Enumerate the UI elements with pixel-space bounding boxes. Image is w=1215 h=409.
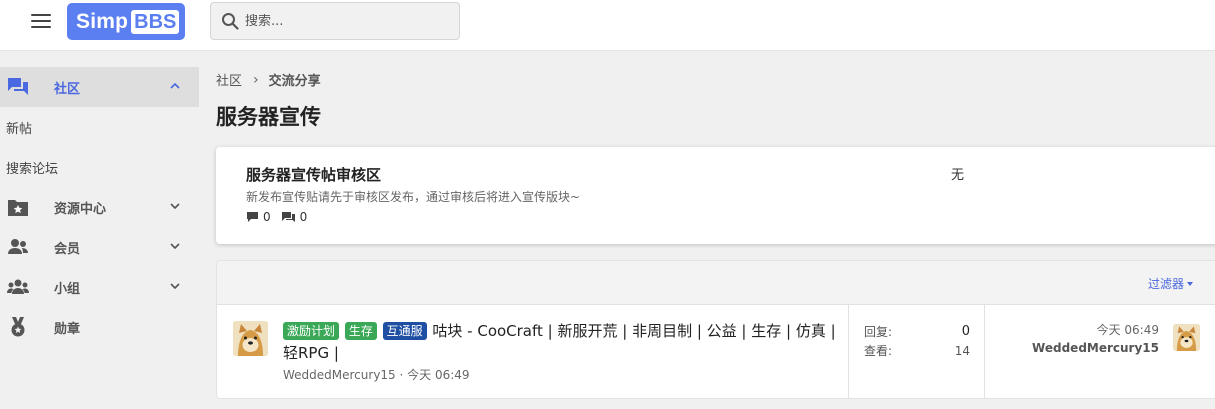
views-value: 14 bbox=[954, 343, 970, 358]
tag-crossplay[interactable]: 互通服 bbox=[382, 322, 427, 340]
thread-count-value: 0 bbox=[263, 210, 271, 224]
views-label: 查看: bbox=[864, 344, 893, 358]
sidebar-item-new-posts[interactable]: 新帖 bbox=[0, 107, 199, 147]
groups-icon bbox=[7, 279, 29, 294]
thread-count: 0 bbox=[246, 210, 271, 224]
caret-down-icon bbox=[1187, 281, 1194, 286]
post-count-value: 0 bbox=[299, 210, 308, 224]
thread-last-post: 今天 06:49 WeddedMercury15 bbox=[997, 321, 1159, 355]
logo-text-bbs: BBS bbox=[131, 9, 180, 34]
logo-text-simp: Simp bbox=[76, 9, 129, 33]
breadcrumb-current[interactable]: 交流分享 bbox=[269, 70, 321, 89]
members-icon bbox=[8, 239, 28, 254]
thread-time[interactable]: 今天 06:49 bbox=[407, 368, 469, 382]
forum-icon bbox=[8, 78, 28, 95]
avatar[interactable] bbox=[233, 321, 268, 356]
chevron-down-icon[interactable] bbox=[169, 202, 181, 210]
thread-title-block: 激励计划 生存 互通服 咕块 - CooCraft | 新服开荒 | 非周目制 … bbox=[283, 320, 843, 364]
sidebar-item-members[interactable]: 会员 bbox=[0, 227, 199, 267]
filter-button[interactable]: 过滤器 bbox=[1148, 275, 1194, 292]
site-logo[interactable]: Simp BBS bbox=[67, 3, 185, 40]
search-box[interactable] bbox=[210, 2, 460, 40]
meta-separator: · bbox=[395, 368, 408, 382]
top-bar: Simp BBS bbox=[0, 0, 1215, 51]
thread-stats: 回复: 0 查看: 14 bbox=[864, 322, 970, 360]
sidebar-item-label: 资源中心 bbox=[54, 201, 107, 217]
avatar[interactable] bbox=[1173, 324, 1200, 351]
sidebar-item-label: 勋章 bbox=[54, 321, 81, 337]
replies-label: 回复: bbox=[864, 325, 893, 339]
sidebar-item-groups[interactable]: 小组 bbox=[0, 267, 199, 307]
thread-author[interactable]: WeddedMercury15 bbox=[283, 368, 396, 382]
last-post-user[interactable]: WeddedMercury15 bbox=[997, 341, 1159, 355]
divider bbox=[848, 305, 849, 398]
doge-avatar-icon bbox=[1173, 324, 1200, 351]
chevron-up-icon[interactable] bbox=[169, 82, 181, 90]
replies-value: 0 bbox=[961, 324, 970, 339]
subforum-description: 新发布宣传贴请先于审核区发布，通过审核后将进入宣传版块~ bbox=[246, 190, 581, 204]
resources-icon bbox=[8, 200, 28, 216]
tag-incentive[interactable]: 激励计划 bbox=[283, 322, 340, 340]
last-post-time[interactable]: 今天 06:49 bbox=[997, 321, 1159, 338]
subforum-title[interactable]: 服务器宣传帖审核区 bbox=[246, 164, 381, 185]
subforum-card: 服务器宣传帖审核区 新发布宣传贴请先于审核区发布，通过审核后将进入宣传版块~ 0… bbox=[216, 147, 1215, 244]
sidebar: 社区 新帖 搜索论坛 资源中心 会员 小组 勋章 bbox=[0, 67, 199, 347]
thread-row: 激励计划 生存 互通服 咕块 - CooCraft | 新服开荒 | 非周目制 … bbox=[217, 305, 1215, 398]
menu-icon[interactable] bbox=[31, 14, 51, 30]
doge-avatar-icon bbox=[233, 321, 268, 356]
sidebar-item-community[interactable]: 社区 bbox=[0, 67, 199, 107]
page-title: 服务器宣传 bbox=[216, 105, 321, 129]
breadcrumb-root[interactable]: 社区 bbox=[216, 70, 242, 89]
subforum-stats: 0 0 bbox=[246, 210, 317, 224]
search-icon bbox=[222, 13, 239, 30]
thread-meta: WeddedMercury15 · 今天 06:49 bbox=[283, 366, 470, 383]
subforum-last-post: 无 bbox=[951, 168, 965, 183]
comment-icon bbox=[247, 212, 258, 222]
sidebar-item-resources[interactable]: 资源中心 bbox=[0, 187, 199, 227]
chevron-down-icon[interactable] bbox=[169, 282, 181, 290]
chevron-down-icon[interactable] bbox=[169, 242, 181, 250]
sidebar-item-label: 社区 bbox=[54, 81, 81, 97]
thread-list: 过滤器 激励计划 生存 互通服 咕块 - CooCraft | 新服开荒 | 非… bbox=[216, 260, 1215, 399]
sidebar-item-medals[interactable]: 勋章 bbox=[0, 307, 199, 347]
breadcrumb: 社区 › 交流分享 bbox=[216, 70, 321, 90]
divider bbox=[984, 305, 985, 398]
filter-label: 过滤器 bbox=[1148, 277, 1185, 291]
sidebar-item-label: 小组 bbox=[54, 281, 81, 297]
sidebar-item-label: 会员 bbox=[54, 241, 81, 257]
medal-icon bbox=[11, 317, 25, 337]
tag-survival[interactable]: 生存 bbox=[344, 322, 377, 340]
post-count: 0 bbox=[281, 210, 308, 224]
comments-icon bbox=[281, 212, 295, 222]
sidebar-item-search-forum[interactable]: 搜索论坛 bbox=[0, 147, 199, 187]
thread-list-header: 过滤器 bbox=[217, 261, 1215, 305]
search-input[interactable] bbox=[245, 13, 445, 29]
chevron-right-icon: › bbox=[253, 71, 259, 88]
